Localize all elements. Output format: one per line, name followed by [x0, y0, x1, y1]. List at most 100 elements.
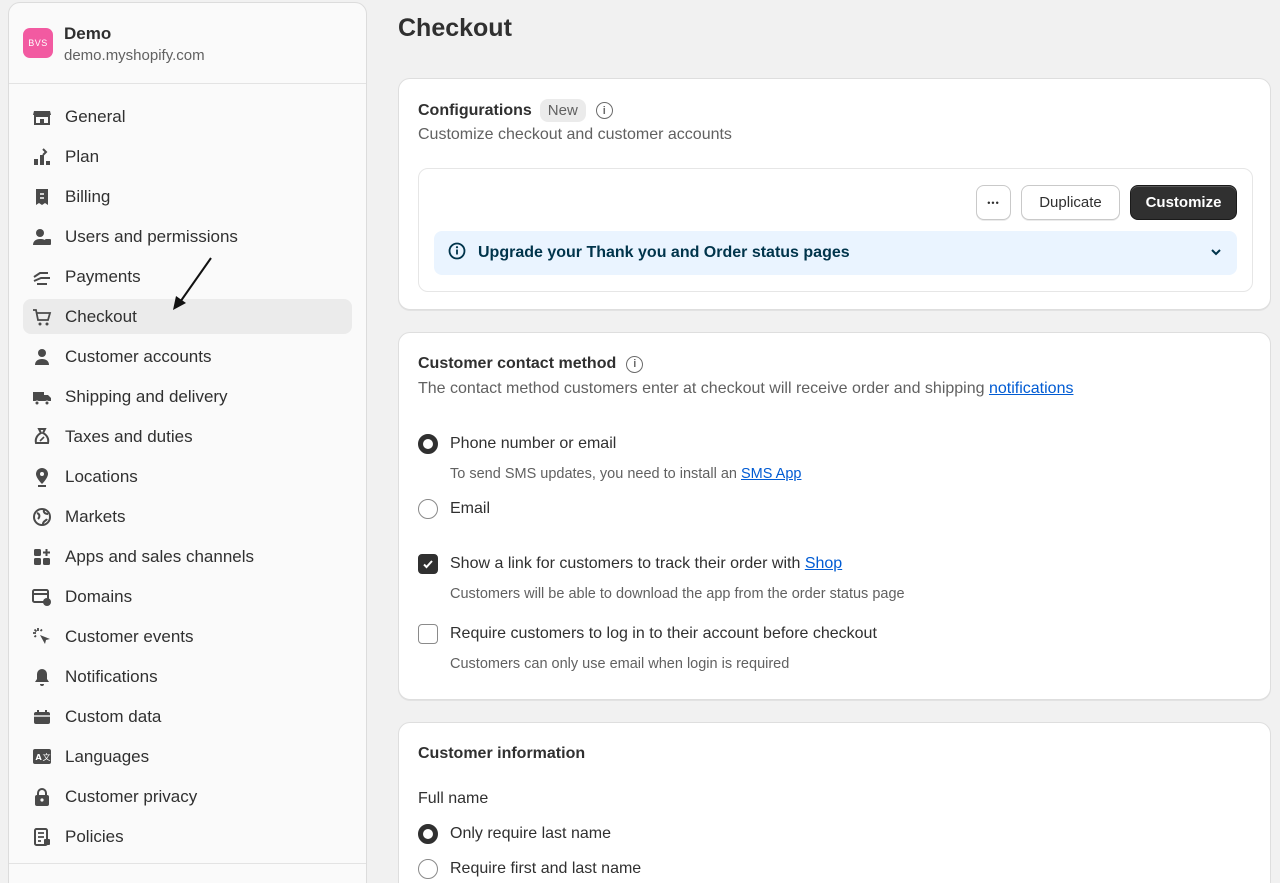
sidebar-item-label: General: [65, 106, 126, 126]
store-header[interactable]: BVS Demo demo.myshopify.com: [9, 3, 366, 84]
radio-label: Email: [450, 500, 491, 517]
sidebar-item-label: Notifications: [65, 666, 158, 686]
sidebar-item-label: Customer privacy: [65, 786, 198, 806]
sidebar-item-general[interactable]: General: [23, 99, 352, 134]
sidebar-item-notifications[interactable]: Notifications: [23, 659, 352, 694]
sidebar-item-locations[interactable]: Locations: [23, 459, 352, 494]
domains-icon: [32, 587, 52, 607]
sidebar-item-label: Checkout: [65, 306, 137, 326]
notifications-link[interactable]: notifications: [989, 380, 1074, 397]
more-horizontal-icon: •••: [987, 197, 1000, 208]
location-icon: [32, 467, 52, 487]
banner-text: Upgrade your Thank you and Order status …: [478, 244, 850, 261]
store-icon: [32, 107, 52, 127]
configuration-item: ••• Duplicate Customize Upgrade your Tha…: [418, 168, 1253, 292]
customer-information-title: Customer information: [418, 745, 586, 762]
sms-app-link[interactable]: SMS App: [741, 466, 801, 482]
contact-method-title: Customer contact method: [418, 355, 617, 372]
upgrade-banner[interactable]: Upgrade your Thank you and Order status …: [434, 231, 1237, 275]
globe-icon: [32, 507, 52, 527]
sidebar-item-plan[interactable]: Plan: [23, 139, 352, 174]
sidebar-item-customer-accounts[interactable]: Customer accounts: [23, 339, 352, 374]
sidebar-item-taxes[interactable]: Taxes and duties: [23, 419, 352, 454]
sidebar-item-languages[interactable]: A文 Languages: [23, 739, 352, 774]
radio-email[interactable]: Email: [418, 499, 490, 519]
sidebar-item-users[interactable]: Users and permissions: [23, 219, 352, 254]
sidebar-item-label: Taxes and duties: [65, 426, 193, 446]
sidebar-divider: [9, 863, 366, 864]
checkbox-track-order[interactable]: Show a link for customers to track their…: [418, 554, 842, 574]
configurations-card: Configurations New i Customize checkout …: [398, 78, 1271, 310]
more-actions-button[interactable]: •••: [976, 185, 1011, 220]
sidebar-item-label: Plan: [65, 146, 100, 166]
truck-icon: [32, 387, 52, 407]
radio-button[interactable]: [418, 824, 438, 844]
database-icon: [32, 707, 52, 727]
page-title: Checkout: [398, 14, 512, 42]
shop-link[interactable]: Shop: [805, 555, 842, 572]
contact-method-description: The contact method customers enter at ch…: [418, 380, 1073, 398]
radio-first-and-last-name[interactable]: Require first and last name: [418, 859, 641, 879]
sidebar-item-custom-data[interactable]: Custom data: [23, 699, 352, 734]
store-avatar: BVS: [23, 28, 53, 58]
checkbox-label: Show a link for customers to track their…: [450, 555, 842, 573]
bell-icon: [32, 667, 52, 687]
track-help-text: Customers will be able to download the a…: [450, 586, 905, 602]
sidebar-item-label: Billing: [65, 186, 111, 206]
language-icon: A文: [32, 747, 52, 767]
sidebar-item-label: Domains: [65, 586, 133, 606]
radio-phone-or-email[interactable]: Phone number or email: [418, 434, 616, 454]
sidebar-item-billing[interactable]: Billing: [23, 179, 352, 214]
sidebar-item-label: Policies: [65, 826, 124, 846]
sidebar-item-label: Shipping and delivery: [65, 386, 228, 406]
sidebar-item-label: Customer accounts: [65, 346, 212, 366]
sidebar-item-label: Locations: [65, 466, 138, 486]
customize-button[interactable]: Customize: [1130, 185, 1237, 220]
radio-label: Require first and last name: [450, 860, 642, 877]
settings-nav: General Plan Billing Users and permissio…: [9, 84, 366, 854]
radio-only-last-name[interactable]: Only require last name: [418, 824, 611, 844]
duplicate-button[interactable]: Duplicate: [1021, 185, 1120, 220]
radio-button[interactable]: [418, 434, 438, 454]
apps-icon: [32, 547, 52, 567]
sidebar-item-label: Languages: [65, 746, 150, 766]
sidebar-item-policies[interactable]: Policies: [23, 819, 352, 854]
sidebar-item-label: Markets: [65, 506, 126, 526]
store-name: Demo: [64, 24, 112, 43]
plan-icon: [32, 147, 52, 167]
checkbox[interactable]: [418, 554, 438, 574]
checkbox[interactable]: [418, 624, 438, 644]
checkmark-icon: [423, 560, 433, 569]
phone-help-text: To send SMS updates, you need to install…: [450, 466, 801, 482]
radio-button[interactable]: [418, 499, 438, 519]
description-text: The contact method customers enter at ch…: [418, 380, 985, 397]
checkbox-label: Require customers to log in to their acc…: [450, 625, 877, 642]
radio-button[interactable]: [418, 859, 438, 879]
new-badge: New: [539, 99, 586, 122]
sidebar-item-markets[interactable]: Markets: [23, 499, 352, 534]
contact-method-card: Customer contact method i The contact me…: [398, 332, 1271, 700]
checkbox-require-login[interactable]: Require customers to log in to their acc…: [418, 624, 877, 644]
help-text: To send SMS updates, you need to install…: [450, 466, 737, 482]
cursor-icon: [32, 627, 52, 647]
radio-label: Phone number or email: [450, 435, 617, 452]
info-icon[interactable]: i: [595, 102, 613, 119]
svg-text:文: 文: [43, 752, 51, 762]
person-icon: [32, 347, 52, 367]
sidebar-item-label: Payments: [65, 266, 141, 286]
billing-icon: [32, 187, 52, 207]
store-domain: demo.myshopify.com: [64, 47, 205, 64]
lock-icon: [32, 787, 52, 807]
sidebar-item-customer-events[interactable]: Customer events: [23, 619, 352, 654]
sidebar-item-label: Apps and sales channels: [65, 546, 255, 566]
annotation-arrow-icon: [173, 257, 212, 310]
sidebar-item-shipping[interactable]: Shipping and delivery: [23, 379, 352, 414]
login-help-text: Customers can only use email when login …: [450, 656, 790, 672]
configurations-subtitle: Customize checkout and customer accounts: [418, 126, 732, 143]
chevron-down-icon[interactable]: [1209, 245, 1223, 264]
info-icon[interactable]: i: [626, 355, 644, 373]
sidebar-item-customer-privacy[interactable]: Customer privacy: [23, 779, 352, 814]
sidebar-item-domains[interactable]: Domains: [23, 579, 352, 614]
sidebar-item-apps[interactable]: Apps and sales channels: [23, 539, 352, 574]
track-label-text: Show a link for customers to track their…: [450, 555, 801, 572]
